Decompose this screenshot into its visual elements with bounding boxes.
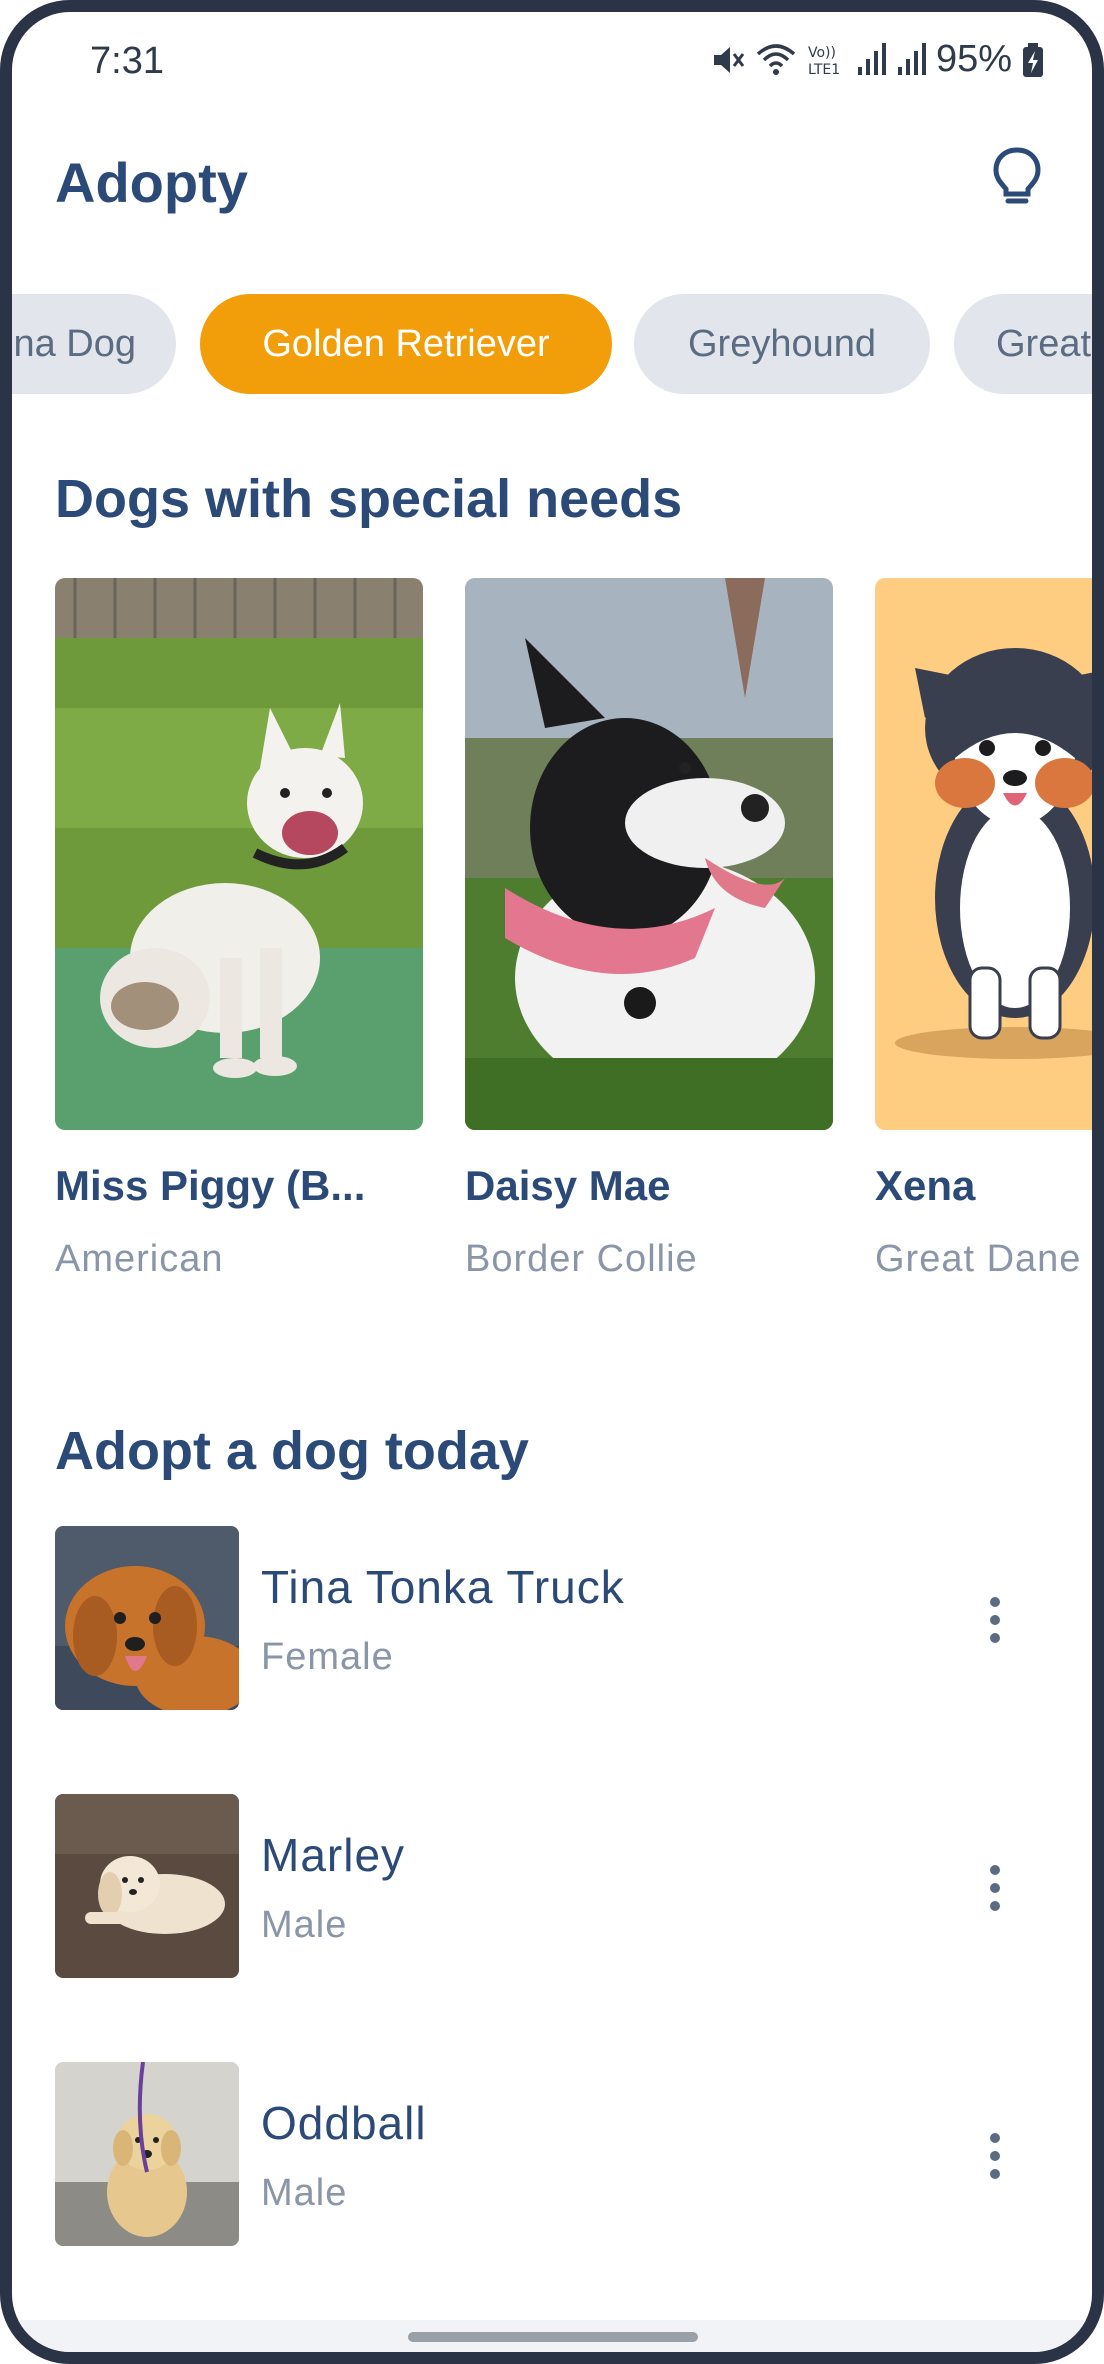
app-title: Adopty — [55, 151, 248, 214]
dog-photo — [465, 578, 833, 1130]
adopt-section-title: Adopt a dog today — [55, 1421, 529, 1481]
dog-breed: American — [55, 1238, 224, 1280]
more-vert-icon[interactable] — [975, 1590, 1015, 1650]
dog-thumbnail — [55, 2062, 239, 2246]
more-vert-icon[interactable] — [975, 2126, 1015, 2186]
chip-great-dane[interactable]: Great — [954, 294, 1092, 394]
battery-charging-icon — [1023, 42, 1043, 77]
chip-label: Great — [996, 323, 1092, 365]
special-needs-carousel: Miss Piggy (B... American Daisy Mae Bord… — [12, 578, 1092, 1298]
breed-filter-chips: na Dog Golden Retriever Greyhound Great — [12, 294, 1092, 398]
list-item[interactable]: Oddball Male — [55, 2062, 1055, 2248]
wifi-icon — [756, 43, 796, 75]
dog-sex: Male — [261, 1904, 348, 1946]
chip-label: na Dog — [13, 323, 136, 365]
chip-label: Greyhound — [687, 323, 876, 365]
list-item[interactable]: Tina Tonka Truck Female — [55, 1526, 1055, 1712]
dog-name: Oddball — [261, 2097, 427, 2149]
chip-label: Golden Retriever — [262, 323, 550, 365]
chip-alaska-dog[interactable]: na Dog — [12, 294, 176, 394]
dog-name: Xena — [875, 1162, 976, 1209]
navigation-bar — [12, 2320, 1092, 2352]
dog-thumbnail — [55, 1526, 239, 1710]
signal-icon — [857, 42, 886, 75]
phone-frame: 7:31 Vo)) LTE1 95% Adopty na Dog Golden … — [0, 0, 1104, 2364]
special-needs-title: Dogs with special needs — [55, 469, 683, 529]
dog-name: Miss Piggy (B... — [55, 1162, 366, 1209]
home-indicator[interactable] — [408, 2332, 698, 2342]
dog-name: Daisy Mae — [465, 1162, 671, 1209]
svg-text:Vo)): Vo)) — [808, 45, 836, 61]
status-icons: Vo)) LTE1 95% — [710, 38, 1044, 81]
lightbulb-icon[interactable] — [990, 146, 1044, 208]
list-item[interactable]: Marley Male — [55, 1794, 1055, 1980]
dog-photo — [875, 578, 1092, 1130]
signal-icon — [897, 42, 926, 75]
more-vert-icon[interactable] — [975, 1858, 1015, 1918]
chip-golden-retriever[interactable]: Golden Retriever — [200, 294, 612, 394]
dog-thumbnail — [55, 1794, 239, 1978]
volte-icon: Vo)) LTE1 — [808, 45, 840, 78]
status-time: 7:31 — [90, 40, 164, 82]
mute-icon — [713, 46, 745, 73]
battery-percentage: 95% — [935, 38, 1012, 80]
dog-name: Tina Tonka Truck — [261, 1561, 625, 1613]
dog-breed: Great Dane — [875, 1238, 1082, 1280]
chip-greyhound[interactable]: Greyhound — [634, 294, 930, 394]
dog-sex: Female — [261, 1636, 394, 1678]
dog-photo — [55, 578, 423, 1130]
dog-sex: Male — [261, 2172, 348, 2214]
status-bar: 7:31 Vo)) LTE1 95% — [12, 12, 1092, 112]
svg-text:LTE1: LTE1 — [808, 62, 840, 78]
dog-name: Marley — [261, 1829, 406, 1881]
dog-breed: Border Collie — [465, 1238, 698, 1280]
